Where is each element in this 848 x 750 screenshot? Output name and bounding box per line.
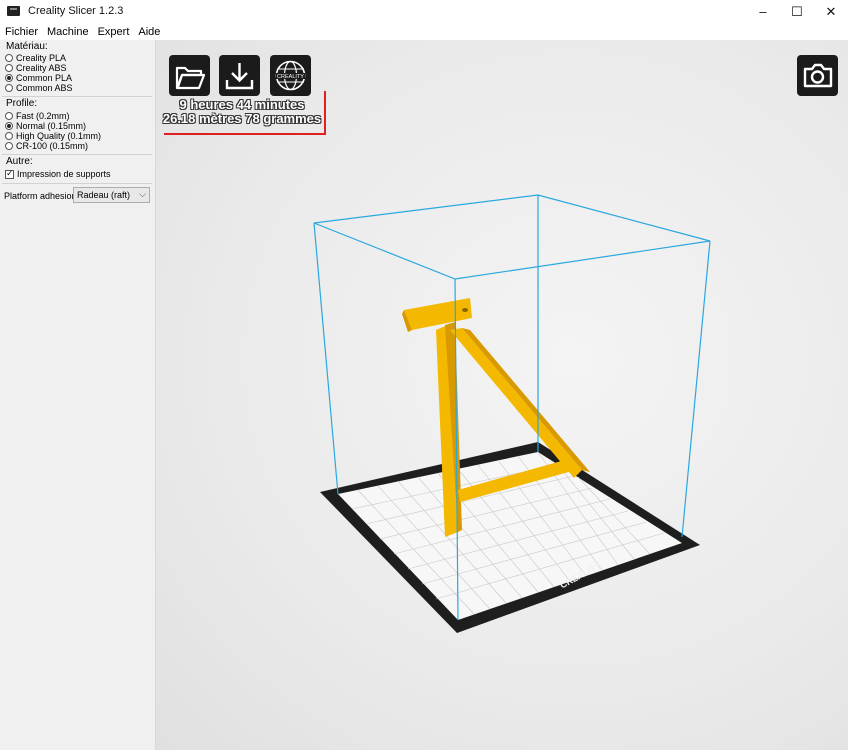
svg-text:CREALITY: CREALITY bbox=[277, 74, 304, 80]
scene-3d: CREALITY bbox=[313, 194, 711, 633]
folder-icon bbox=[175, 66, 206, 90]
highlight-underline bbox=[164, 133, 326, 135]
download-icon bbox=[225, 63, 254, 90]
print-estimate: 9 heures 44 minutes 26.18 mètres 78 gram… bbox=[158, 98, 326, 126]
creality-globe-icon: CREALITY bbox=[275, 60, 306, 91]
save-gcode-button[interactable] bbox=[219, 55, 260, 96]
open-file-button[interactable] bbox=[169, 55, 210, 96]
print-time: 9 heures 44 minutes bbox=[179, 97, 305, 112]
highlight-bracket bbox=[324, 91, 326, 135]
camera-icon bbox=[803, 63, 833, 88]
snapshot-button[interactable] bbox=[797, 55, 838, 96]
print-material: 26.18 mètres 78 grammes bbox=[162, 111, 322, 126]
creality-web-button[interactable]: CREALITY bbox=[270, 55, 311, 96]
